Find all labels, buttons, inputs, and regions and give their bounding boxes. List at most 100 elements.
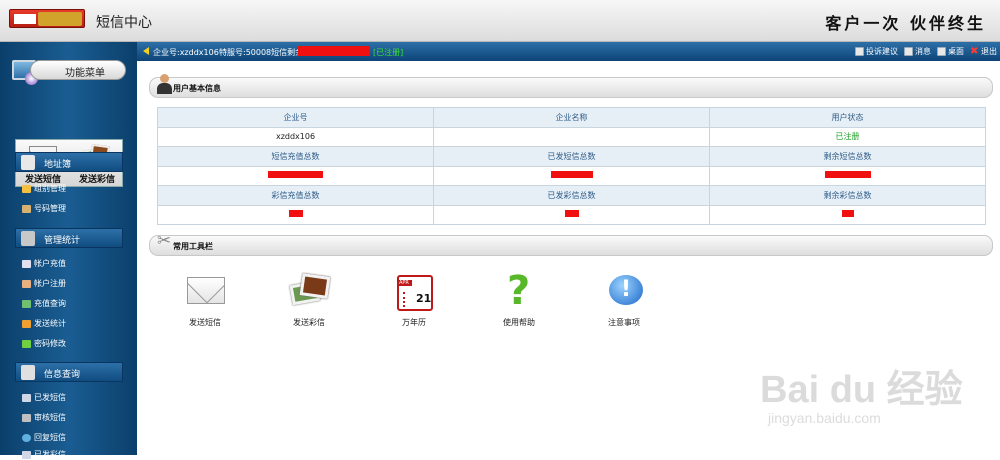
sidebar-item-label: 发送统计 [34,319,66,328]
sidebar-item-label: 组别管理 [34,184,66,193]
sidebar-item-number-manage[interactable]: 号码管理 [22,203,66,214]
company-logo[interactable] [9,9,85,28]
address-book-icon [21,155,35,170]
home-icon [937,47,946,56]
feedback-icon [855,47,864,56]
speaker-icon [143,47,149,55]
sidebar-item-group-manage[interactable]: 组别管理 [22,183,66,194]
sidebar-item-sent-sms[interactable]: 已发短信 [22,392,66,403]
query-icon [22,299,31,308]
logout-link[interactable]: ✖ 退出 [970,46,997,57]
section-info-query[interactable]: 信息查询 [15,362,123,382]
tool-send-sms[interactable]: 发送短信 [160,273,250,333]
sidebar-item-account-register[interactable]: 帐户注册 [22,278,66,289]
sent-icon [22,393,31,402]
sidebar-item-reply-sms[interactable]: 回复短信 [22,432,66,443]
table-header-cell: 企业号 [157,107,434,128]
toolbar-panel-header: ✂ 常用工具栏 [149,231,993,256]
message-link[interactable]: 消息 [904,46,931,57]
redaction-mark [564,210,579,218]
redacted-cell [709,165,986,186]
watermark-url: jingyan.baidu.com [768,410,881,426]
table-row: 短信充值总数 已发短信总数 剩余短信总数 [157,146,986,167]
user-info-panel-header: 用户基本信息 [149,74,993,98]
calendar-icon: APR 21 [397,275,433,311]
sidebar-item-review-sms[interactable]: 审核短信 [22,412,66,423]
tool-calendar[interactable]: APR 21 万年历 [369,273,459,333]
watermark: Bai du 经验 jingyan.baidu.com [760,350,1000,435]
panel-title: 常用工具栏 [173,242,213,251]
panel-title: 用户基本信息 [173,84,221,93]
redaction-mark [288,210,303,218]
sidebar-item-label: 帐户注册 [34,279,66,288]
tool-label: 万年历 [402,318,426,327]
photos-icon [289,273,331,307]
table-header-cell: 短信充值总数 [157,146,434,167]
table-header-cell: 已发彩信总数 [433,185,710,206]
top-header: 短信中心 客户一次 伙伴终生 [0,0,1000,42]
table-row: xzddx106 已注册 [157,126,986,147]
tool-send-mms[interactable]: 发送彩信 [264,273,354,333]
user-status-cell: 已注册 [709,126,986,147]
tool-help[interactable]: ? 使用帮助 [474,268,564,333]
sidebar-item-label: 充值查询 [34,299,66,308]
service-number-label: 特服号:50008短信剩余 [219,48,304,57]
calendar-day: 21 [416,292,432,305]
company-name-cell [433,126,710,147]
table-header-cell: 用户状态 [709,107,986,128]
company-id-cell: xzddx106 [157,126,434,147]
calendar-month: APR [399,280,412,286]
tool-label: 注意事项 [608,318,640,327]
help-icon: ? [507,268,531,314]
folder-icon [22,184,31,193]
watermark-brand: Bai du 经验 [760,369,963,411]
desktop-label: 桌面 [948,47,964,56]
close-icon: ✖ [970,46,979,57]
sidebar: 功能菜单 发送短信 发送彩信 地址簿 组别管理 号码管理 管理统计 帐户充值 帐… [0,42,137,459]
message-icon [904,47,913,56]
tool-label: 使用帮助 [503,318,535,327]
table-row: 彩信充值总数 已发彩信总数 剩余彩信总数 [157,185,986,206]
company-id-label: 企业号:xzddx106 [153,48,219,57]
function-menu-label: 功能菜单 [30,60,126,80]
sidebar-item-send-stats[interactable]: 发送统计 [22,318,66,329]
table-header-cell: 企业名称 [433,107,710,128]
table-header-cell: 剩余彩信总数 [709,185,986,206]
section-management[interactable]: 管理统计 [15,228,123,248]
table-row [157,204,986,225]
table-header-cell: 剩余短信总数 [709,146,986,167]
sidebar-item-recharge-query[interactable]: 充值查询 [22,298,66,309]
sidebar-item-change-password[interactable]: 密码修改 [22,338,66,349]
section-address-book[interactable]: 地址簿 [15,152,123,172]
envelope-icon [187,277,225,304]
redacted-balance [298,46,370,56]
sidebar-item-label: 已发短信 [34,393,66,402]
sidebar-item-label: 密码修改 [34,339,66,348]
redaction-mark [824,171,871,179]
redacted-cell [433,204,710,225]
sidebar-item-account-recharge[interactable]: 帐户充值 [22,258,66,269]
slogan: 客户一次 伙伴终生 [825,14,986,33]
header-links: 投诉建议 消息 桌面 ✖ 退出 [855,46,997,57]
table-row: 企业号 企业名称 用户状态 [157,107,986,128]
section-title: 管理统计 [44,236,81,246]
redaction-mark [841,210,854,218]
table-header-cell: 已发短信总数 [433,146,710,167]
pencil-icon [22,319,31,328]
sidebar-item-label: 审核短信 [34,413,66,422]
user-icon [157,74,172,94]
user-info-table: 企业号 企业名称 用户状态 xzddx106 已注册 短信充值总数 已发短信总数… [157,107,986,225]
tools-icon: ✂ [157,231,172,251]
redacted-cell [157,165,434,186]
reply-icon [22,433,31,442]
redacted-cell [157,204,434,225]
message-label: 消息 [915,47,931,56]
tools-icon [21,231,35,246]
function-menu-header: 功能菜单 [12,58,126,86]
registration-status: [已注册] [373,48,404,57]
table-row [157,165,986,186]
feedback-link[interactable]: 投诉建议 [855,46,898,57]
desktop-link[interactable]: 桌面 [937,46,964,57]
tool-notes[interactable]: ! 注意事项 [579,273,669,333]
redacted-cell [433,165,710,186]
